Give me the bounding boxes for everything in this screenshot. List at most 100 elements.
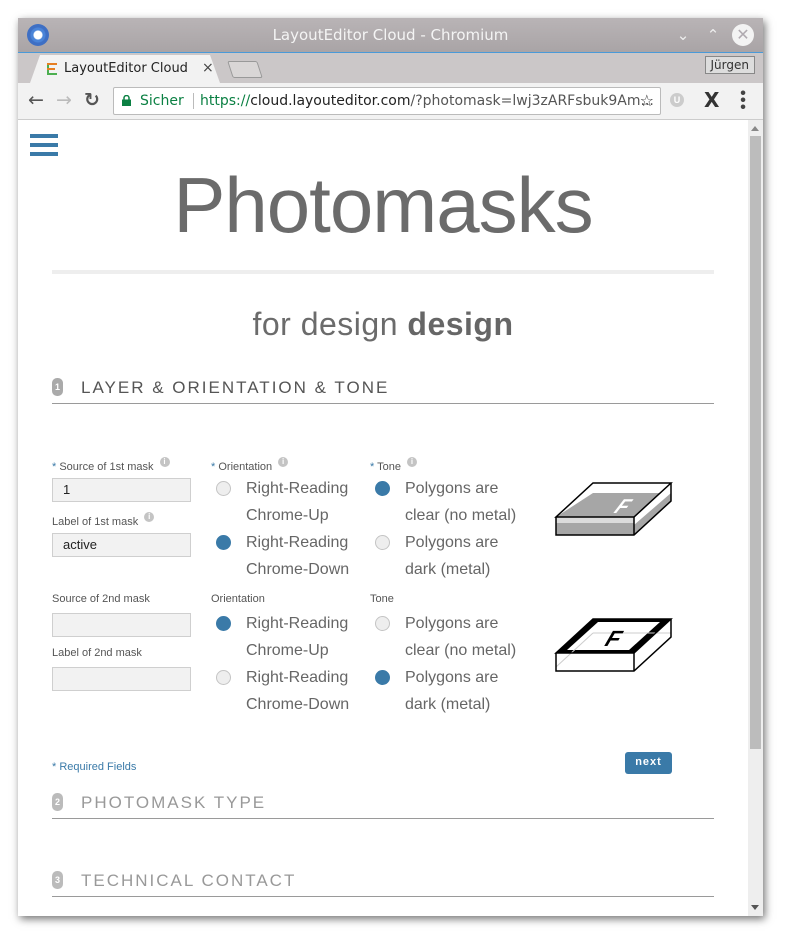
orientation-2-chrome-up-label[interactable]: Right-Reading Chrome-Up — [246, 610, 348, 664]
source-2nd-mask-input[interactable] — [52, 613, 191, 637]
tone-1-clear-label[interactable]: Polygons are clear (no metal) — [405, 475, 516, 529]
scroll-down-arrow-icon[interactable] — [751, 905, 759, 910]
scrollbar-thumb[interactable] — [750, 136, 761, 749]
option-line1: Right-Reading — [246, 534, 349, 551]
orientation-2-chrome-down-label[interactable]: Right-Reading Chrome-Down — [246, 664, 349, 718]
section-number-badge: 3 — [52, 871, 63, 889]
tone-2-label: Tone — [370, 593, 394, 605]
orientation-2-label: Orientation — [211, 593, 265, 605]
option-line2: clear (no metal) — [405, 642, 517, 659]
tone-1-label: * Tone i — [370, 457, 417, 473]
subtitle-prefix: for design — [252, 306, 408, 342]
maximize-button[interactable]: ⌃ — [702, 24, 724, 46]
required-marker: * — [370, 461, 375, 473]
section-number-badge: 2 — [52, 793, 63, 811]
tab-layouteditor-cloud[interactable]: LayoutEditor Cloud × — [30, 55, 220, 83]
title-divider — [52, 270, 714, 274]
address-bar[interactable]: Sicher https://cloud.layouteditor.com/?p… — [113, 87, 661, 115]
extension-x-icon[interactable]: X — [704, 88, 719, 112]
orientation-2-chrome-down-radio[interactable] — [216, 670, 231, 685]
option-line2: dark (metal) — [405, 561, 491, 578]
source-1st-mask-input[interactable]: 1 — [52, 478, 191, 502]
subtitle-bold: design — [407, 306, 514, 342]
page-subtitle: for design design — [18, 306, 748, 343]
option-line2: Chrome-Down — [246, 561, 350, 578]
label-2nd-mask-input[interactable] — [52, 667, 191, 691]
orientation-1-label: * Orientation i — [211, 457, 289, 473]
orientation-1-chrome-up-radio[interactable] — [216, 481, 231, 496]
orientation-2-chrome-up-radio[interactable] — [216, 616, 231, 631]
label-2nd-mask-label: Label of 2nd mask — [52, 647, 142, 659]
minimize-button[interactable]: ⌄ — [672, 24, 694, 46]
label-text: Tone — [377, 461, 401, 473]
option-line1: Polygons are — [405, 669, 499, 686]
close-window-button[interactable]: ✕ — [732, 24, 754, 46]
layouteditor-favicon-icon — [47, 63, 57, 75]
option-line2: Chrome-Up — [246, 507, 329, 524]
orientation-1-chrome-down-label[interactable]: Right-Reading Chrome-Down — [246, 529, 349, 583]
section-title: LAYER & ORIENTATION & TONE — [81, 378, 390, 397]
bookmark-star-icon[interactable]: ☆ — [640, 88, 654, 114]
tone-1-clear-radio[interactable] — [375, 481, 390, 496]
tone-2-dark-radio[interactable] — [375, 670, 390, 685]
info-icon[interactable]: i — [144, 512, 155, 522]
orientation-1-chrome-up-label[interactable]: Right-Reading Chrome-Up — [246, 475, 348, 529]
tone-2-clear-label[interactable]: Polygons are clear (no metal) — [405, 610, 516, 664]
page-title: Photomasks — [173, 161, 593, 249]
source-1st-mask-label: * Source of 1st mask i — [52, 457, 170, 473]
section-number-badge: 1 — [52, 378, 63, 396]
tone-1-dark-label[interactable]: Polygons are dark (metal) — [405, 529, 498, 583]
option-line2: Chrome-Up — [246, 642, 329, 659]
section-layer-orientation-tone[interactable]: 1 LAYER & ORIENTATION & TONE — [52, 373, 714, 404]
label-1st-mask-input[interactable]: active — [52, 533, 191, 557]
label-text: Label of 1st mask — [52, 516, 139, 528]
option-line1: Polygons are — [405, 615, 499, 632]
mask-clear-polygons-icon: F — [554, 482, 673, 536]
option-line1: Polygons are — [405, 534, 499, 551]
option-line2: dark (metal) — [405, 696, 491, 713]
forward-icon[interactable]: → — [56, 89, 72, 111]
window-title: LayoutEditor Cloud - Chromium — [272, 26, 509, 44]
tone-1-dark-radio[interactable] — [375, 535, 390, 550]
tab-close-icon[interactable]: × — [202, 60, 214, 76]
orientation-1-chrome-down-radio[interactable] — [216, 535, 231, 550]
url-host: cloud.layouteditor.com — [250, 93, 411, 109]
info-icon[interactable]: i — [159, 457, 170, 467]
info-icon[interactable]: i — [407, 457, 417, 467]
info-icon[interactable]: i — [278, 457, 289, 467]
option-line1: Right-Reading — [246, 615, 349, 632]
section-technical-contact[interactable]: 3 TECHNICAL CONTACT — [52, 866, 714, 897]
reload-icon[interactable]: ↻ — [84, 89, 100, 111]
option-line1: Right-Reading — [246, 669, 349, 686]
section-title: PHOTOMASK TYPE — [81, 793, 267, 812]
secure-label: Sicher — [140, 93, 184, 109]
browser-window: LayoutEditor Cloud - Chromium ⌄ ⌃ ✕ Layo… — [18, 18, 763, 916]
label-text: Orientation — [218, 461, 273, 473]
omnibox-separator — [193, 93, 194, 109]
profile-button[interactable]: Jürgen — [704, 56, 755, 74]
option-line2: Chrome-Down — [246, 696, 350, 713]
page-viewport: Photomasks for design design 1 LAYER & O… — [18, 120, 763, 916]
browser-toolbar: ← → ↻ Sicher https://cloud.layouteditor.… — [18, 83, 763, 120]
tone-2-dark-label[interactable]: Polygons are dark (metal) — [405, 664, 498, 718]
url-scheme: https:// — [200, 93, 251, 109]
source-2nd-mask-label: Source of 2nd mask — [52, 593, 150, 605]
scroll-up-arrow-icon[interactable] — [751, 126, 759, 131]
required-marker: * — [211, 461, 216, 473]
browser-menu-icon[interactable]: • • • — [740, 86, 746, 116]
required-fields-note: * Required Fields — [52, 761, 137, 773]
option-line1: Right-Reading — [246, 480, 349, 497]
hamburger-menu-icon[interactable] — [30, 134, 58, 158]
url-text: https://cloud.layouteditor.com/?photomas… — [200, 88, 654, 114]
next-button[interactable]: next — [625, 752, 672, 774]
page-scrollbar[interactable] — [748, 120, 763, 916]
required-marker: * — [52, 461, 57, 473]
back-icon[interactable]: ← — [28, 89, 44, 111]
mask-dark-polygons-icon: F — [554, 618, 673, 672]
new-tab-button[interactable] — [227, 61, 263, 78]
extension-ublock-icon[interactable]: U — [670, 93, 684, 107]
tone-2-clear-radio[interactable] — [375, 616, 390, 631]
title-bar: LayoutEditor Cloud - Chromium ⌄ ⌃ ✕ — [18, 18, 763, 53]
tab-label: LayoutEditor Cloud — [64, 61, 188, 76]
section-photomask-type[interactable]: 2 PHOTOMASK TYPE — [52, 788, 714, 819]
